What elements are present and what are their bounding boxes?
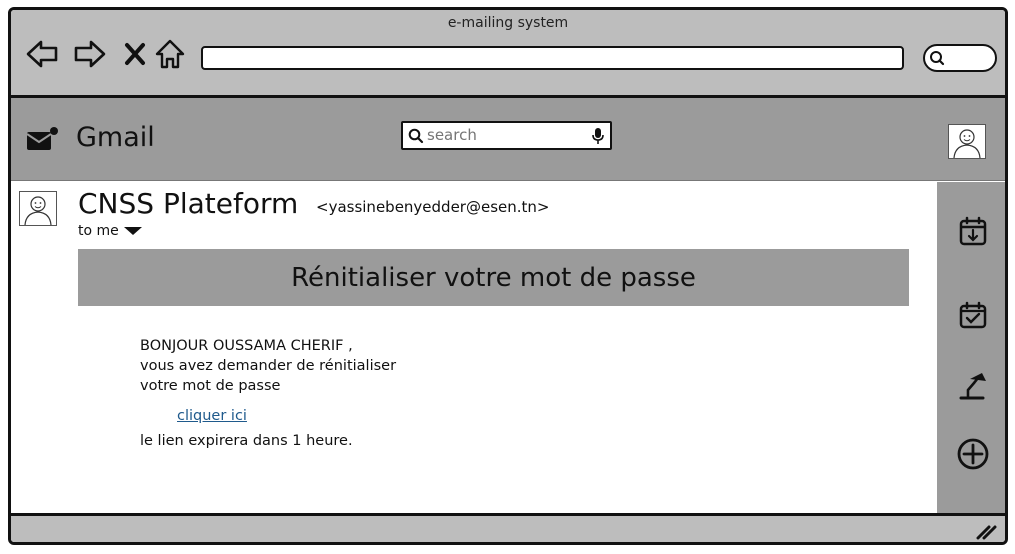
add-circle-icon[interactable]	[956, 437, 990, 471]
microphone-icon[interactable]	[592, 127, 604, 145]
status-bar	[11, 513, 1005, 542]
expiry-notice: le lien expirera dans 1 heure.	[140, 433, 353, 449]
sender-name: CNSS Plateform	[78, 187, 299, 220]
calendar-download-icon[interactable]	[956, 214, 990, 248]
browser-window: e-mailing system Gmail search CNSS Plate…	[8, 7, 1008, 545]
lamp-icon[interactable]	[956, 368, 990, 402]
forward-arrow-icon[interactable]	[73, 37, 107, 71]
search-input[interactable]	[427, 126, 587, 144]
close-x-icon[interactable]	[119, 37, 153, 71]
home-icon[interactable]	[153, 37, 187, 71]
back-arrow-icon[interactable]	[25, 37, 59, 71]
banner-title: Rénitialiser votre mot de passe	[291, 262, 696, 293]
browser-search-button[interactable]	[923, 44, 997, 72]
gmail-search-box[interactable]	[401, 121, 612, 150]
recipient-dropdown[interactable]: to me	[78, 223, 143, 239]
body-line: BONJOUR OUSSAMA CHERIF ,	[140, 338, 353, 354]
calendar-check-icon[interactable]	[956, 298, 990, 332]
app-name: Gmail	[76, 122, 155, 153]
search-icon	[408, 128, 424, 144]
search-icon	[930, 51, 945, 66]
mail-notification-icon[interactable]	[25, 126, 59, 156]
chevron-down-icon	[123, 227, 142, 235]
resize-grip-icon[interactable]	[975, 524, 997, 540]
recipient-label: to me	[78, 223, 119, 239]
sender-email: <yassinebenyedder@esen.tn>	[316, 198, 550, 216]
user-avatar-icon[interactable]	[948, 124, 986, 159]
app-header: Gmail	[11, 98, 1005, 181]
body-line: vous avez demander de rénitialiser	[140, 358, 397, 374]
sender-avatar-icon	[19, 191, 57, 226]
reset-link[interactable]: cliquer ici	[177, 408, 247, 424]
url-bar[interactable]	[201, 46, 904, 70]
email-body: BONJOUR OUSSAMA CHERIF , vous avez deman…	[140, 336, 396, 396]
email-banner: Rénitialiser votre mot de passe	[78, 249, 909, 306]
email-view: CNSS Plateform <yassinebenyedder@esen.tn…	[11, 182, 936, 513]
right-sidebar	[937, 182, 1005, 513]
body-line: votre mot de passe	[140, 378, 281, 394]
browser-titlebar: e-mailing system	[11, 10, 1005, 98]
window-title: e-mailing system	[447, 15, 569, 31]
